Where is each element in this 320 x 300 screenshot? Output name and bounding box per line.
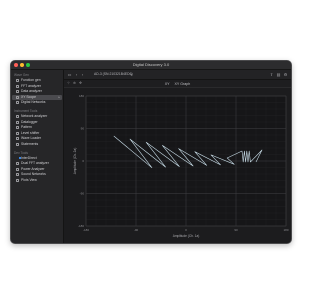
tool-icon xyxy=(16,137,19,141)
x-tick-label: 0 xyxy=(185,228,187,232)
x-axis-label: Amplitude (Ch. 1a) xyxy=(173,234,200,238)
tab-xy-graph[interactable]: XY Graph xyxy=(175,82,191,86)
y-tick-label: 90 xyxy=(81,127,85,131)
xy-plot[interactable]: -180 -90 0 90 180 180 90 0 -90 -180 Amplitude (Ch.… xyxy=(64,88,291,243)
back-icon[interactable]: ‹ xyxy=(74,72,79,77)
sidebar-section-title: Instrument Tools xyxy=(14,109,38,113)
x-tick-label: -180 xyxy=(83,228,89,232)
tool-icon xyxy=(16,120,19,124)
sidebar-item[interactable]: Network analyzer xyxy=(12,114,62,119)
sidebar-item[interactable]: Sound Networks xyxy=(12,172,62,177)
device-icon[interactable]: ▪ xyxy=(129,72,134,77)
sidebar-item-label: Dual FFT analyzer xyxy=(21,161,49,166)
tool-icon xyxy=(16,173,19,177)
sidebar-item-label: Network analyzer xyxy=(21,114,48,118)
sidebar-item-label: Power Analyzer xyxy=(21,166,45,171)
tool-icon xyxy=(16,95,19,99)
sidebar-item[interactable]: Datalogger xyxy=(12,120,62,125)
sidebar-item[interactable]: InterDirect xyxy=(12,156,62,161)
tool-icon xyxy=(16,79,19,82)
sidebar-item[interactable]: Function gen xyxy=(12,78,62,83)
sidebar-item-label: Plots View xyxy=(21,178,37,182)
y-tick-label: 0 xyxy=(82,159,84,163)
x-tick-label: 180 xyxy=(283,228,288,232)
sidebar-item[interactable]: Power Analyzer xyxy=(12,167,62,172)
tool-icon xyxy=(16,143,19,146)
settings-icon[interactable]: ⚙ xyxy=(283,72,288,77)
tab-bar: ⊹ ⊕ ✥ XY XY Graph xyxy=(64,80,291,88)
sidebar-item-label: InterDirect xyxy=(21,155,37,160)
sidebar-item-label: Level shifter xyxy=(21,130,40,135)
tool-icon xyxy=(16,162,19,166)
x-tick-label: -90 xyxy=(134,228,139,232)
sidebar-item[interactable]: Dual FFT analyzer xyxy=(12,161,62,166)
tool-icon xyxy=(16,167,19,171)
toolbar: ▭ ‹ › AD-3 (SN:210321B4ED6) ▪ ⇪ ▤ ⚙ xyxy=(64,70,291,80)
sidebar-item[interactable]: Statements xyxy=(12,142,62,147)
tool-icon xyxy=(16,131,19,135)
y-tick-label: 180 xyxy=(79,94,84,98)
forward-icon[interactable]: › xyxy=(80,72,85,77)
tab-group: XY XY Graph xyxy=(64,82,291,86)
x-tick-label: 90 xyxy=(234,228,238,232)
tool-icon xyxy=(16,115,19,118)
y-tick-label: -90 xyxy=(80,192,85,196)
sidebar-item-label: Datalogger xyxy=(21,119,38,124)
share-icon[interactable]: ⇪ xyxy=(269,72,274,77)
sidebar-item[interactable]: Digital Networks xyxy=(12,100,62,105)
title-bar: Digital Discovery 3.0 xyxy=(11,61,291,70)
tab-xy[interactable]: XY xyxy=(165,82,170,86)
y-axis-label: Amplitude (Ch. 2a) xyxy=(73,148,77,175)
sidebar-item-label: XY Scope xyxy=(21,94,37,99)
sidebar-item-label: Pattern xyxy=(21,125,32,130)
sidebar-item[interactable]: Data analyzer xyxy=(12,89,62,94)
sidebar-item-label: Data analyzer xyxy=(21,89,42,94)
xy-plot-area[interactable]: -180 -90 0 90 180 180 90 0 -90 -180 Amplitude (Ch.… xyxy=(64,88,291,243)
tool-icon xyxy=(16,126,19,130)
sidebar-item[interactable]: Plots View xyxy=(12,178,62,183)
sidebar-item-label: Statements xyxy=(21,142,39,146)
app-window: Digital Discovery 3.0 Wave Gen Function g… xyxy=(10,60,292,244)
export-icon[interactable]: ▤ xyxy=(276,72,281,77)
sidebar-toggle-icon[interactable]: ▭ xyxy=(67,72,72,77)
tool-icon xyxy=(16,101,19,105)
tool-icon xyxy=(16,90,19,94)
sidebar-section-title: Dev Tools xyxy=(14,150,28,155)
sidebar-item[interactable]: Level shifter xyxy=(12,131,62,136)
device-selector[interactable]: AD-3 (SN:210321B4ED6) xyxy=(94,72,133,76)
sidebar-item-label: Digital Networks xyxy=(21,100,46,105)
sidebar-item[interactable]: Wave Loader xyxy=(12,136,62,141)
tool-icon xyxy=(16,84,19,88)
sidebar-item[interactable]: FFT analyzer xyxy=(12,84,62,89)
sidebar-item[interactable]: Pattern xyxy=(12,125,62,130)
tool-icon xyxy=(16,179,19,182)
window-title: Digital Discovery 3.0 xyxy=(132,62,170,67)
sidebar: Wave Gen Function gen FFT analyzer Data ana… xyxy=(11,70,64,243)
y-tick-label: -180 xyxy=(78,224,84,228)
sidebar-item-label: Wave Loader xyxy=(21,136,42,141)
sidebar-item[interactable]: XY Scope ▸ xyxy=(12,94,62,100)
sidebar-item-label: Sound Networks xyxy=(21,172,46,177)
sidebar-section-title: Wave Gen xyxy=(14,73,29,77)
sidebar-item-label: FFT analyzer xyxy=(21,83,41,88)
sidebar-item-label: Function gen xyxy=(21,78,41,82)
chevron-right-icon: ▸ xyxy=(58,94,60,99)
